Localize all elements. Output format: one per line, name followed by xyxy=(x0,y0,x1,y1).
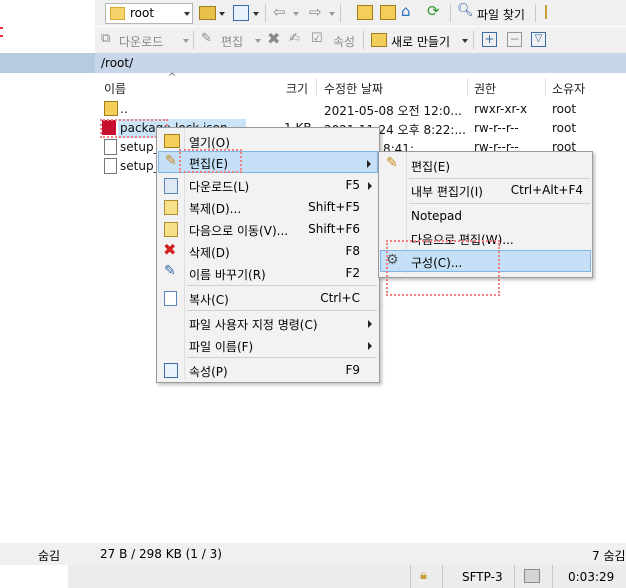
edit-icon: ✎ xyxy=(386,155,398,171)
tree-icon[interactable] xyxy=(545,5,559,19)
menu-item-duplicate[interactable]: 복제(D)... Shift+F5 xyxy=(158,196,378,218)
column-permissions[interactable]: 권한 xyxy=(474,80,496,97)
chevron-down-icon xyxy=(184,12,190,16)
lock-icon: 🔒︎ xyxy=(420,568,427,583)
open-icon xyxy=(164,134,180,148)
menu-item-rename[interactable]: ✎ 이름 바꾸기(R) F2 xyxy=(158,262,378,284)
rename-icon[interactable]: ✍ xyxy=(289,31,300,46)
submenu-arrow-icon xyxy=(368,320,372,328)
chevron-down-icon[interactable] xyxy=(183,39,189,43)
left-panel-pathbar xyxy=(0,53,95,73)
sort-asc-icon: ^ xyxy=(168,72,177,83)
root-folder-icon[interactable] xyxy=(380,5,396,20)
submenu-item-internal-editor[interactable]: 내부 편집기(I) Ctrl+Alt+F4 xyxy=(380,179,591,201)
location-combo[interactable]: root xyxy=(105,3,193,24)
parent-dir-icon xyxy=(104,101,118,116)
copy-icon[interactable]: ⧉ xyxy=(101,31,110,46)
search-icon[interactable]: 🔍︎ xyxy=(457,3,474,18)
decoration-mark xyxy=(0,35,3,37)
submenu-arrow-icon xyxy=(368,182,372,190)
menu-item-delete[interactable]: ✖ 삭제(D) F8 xyxy=(158,240,378,262)
column-modified[interactable]: 수정한 날짜 xyxy=(324,80,383,97)
rename-icon: ✎ xyxy=(164,263,176,279)
copy-icon xyxy=(164,291,177,306)
decoration-mark xyxy=(0,27,3,29)
menu-item-move[interactable]: 다음으로 이동(V)... Shift+F6 xyxy=(158,218,378,240)
chevron-down-icon[interactable] xyxy=(255,39,261,43)
highlight-box xyxy=(386,240,500,296)
filter-icon[interactable]: ▽ xyxy=(531,32,546,47)
download-icon xyxy=(164,178,178,194)
hidden-count-right: 7 숨김 xyxy=(592,549,626,563)
new-button[interactable]: 새로 만들기 xyxy=(391,33,450,50)
file-owner: root xyxy=(552,102,577,116)
refresh-icon[interactable]: ⟳ xyxy=(427,2,440,20)
path-bar: /root/ xyxy=(95,53,626,73)
selection-info: 27 B / 298 KB (1 / 3) xyxy=(100,547,222,561)
menu-item-properties[interactable]: 속성(P) F9 xyxy=(158,359,378,381)
file-permissions: rw-r--r-- xyxy=(474,121,519,135)
highlight-box xyxy=(179,149,242,173)
status-bar: 숨김 27 B / 298 KB (1 / 3) 7 숨김 xyxy=(0,543,626,565)
new-folder-icon[interactable] xyxy=(371,33,387,47)
menu-item-copy[interactable]: 복사(C) Ctrl+C xyxy=(158,287,378,309)
location-value: root xyxy=(130,6,155,20)
current-path: /root/ xyxy=(101,56,134,70)
home-icon[interactable]: ⌂ xyxy=(401,2,411,20)
file-name: setup_ xyxy=(120,140,160,154)
chevron-down-icon[interactable] xyxy=(219,12,225,16)
submenu-arrow-icon xyxy=(367,160,371,168)
connection-bar xyxy=(68,565,626,588)
edit-button[interactable]: 편집 xyxy=(221,33,243,50)
file-owner: root xyxy=(552,121,577,135)
download-button[interactable]: 다운로드 xyxy=(119,33,163,50)
minus-icon[interactable]: − xyxy=(507,32,522,47)
column-size[interactable]: 크기 xyxy=(286,80,308,97)
submenu-item-notepad[interactable]: Notepad xyxy=(380,205,591,227)
column-owner[interactable]: 소유자 xyxy=(552,80,585,97)
find-files-button[interactable]: 파일 찾기 xyxy=(477,6,525,23)
forward-arrow-icon[interactable]: ⇨ xyxy=(309,3,322,21)
chevron-down-icon[interactable] xyxy=(462,39,468,43)
submenu-arrow-icon xyxy=(368,342,372,350)
context-menu: 열기(O) ✎ 편집(E) 다운로드(L) F5 복제(D)... Shift+… xyxy=(156,127,380,383)
file-name: setup_ xyxy=(120,159,160,173)
file-icon xyxy=(104,158,117,174)
open-folder-icon[interactable] xyxy=(199,6,216,20)
table-row[interactable]: .. 2021-05-08 오전 12:0... rwxr-xr-x root xyxy=(100,100,626,119)
properties-icon xyxy=(164,363,178,378)
monitor-icon xyxy=(524,569,540,583)
toolbar-bottom: ⧉ 다운로드 ✎ 편집 ✖ ✍ ☑ 속성 새로 만들기 + − ▽ xyxy=(95,27,626,53)
move-icon xyxy=(164,222,178,237)
menu-item-custom-commands[interactable]: 파일 사용자 지정 명령(C) xyxy=(158,312,378,334)
properties-button[interactable]: 속성 xyxy=(333,33,355,50)
menu-item-file-names[interactable]: 파일 이름(F) xyxy=(158,334,378,356)
file-permissions: rwxr-xr-x xyxy=(474,102,528,116)
chevron-down-icon[interactable] xyxy=(253,12,259,16)
submenu-item-edit[interactable]: ✎ 편집(E) xyxy=(380,154,591,176)
chevron-down-icon[interactable] xyxy=(293,12,299,16)
properties-icon[interactable]: ☑ xyxy=(311,31,323,46)
delete-icon[interactable]: ✖ xyxy=(267,29,280,48)
file-name: .. xyxy=(120,102,128,116)
menu-item-download[interactable]: 다운로드(L) F5 xyxy=(158,174,378,196)
column-name[interactable]: 이름 xyxy=(104,80,126,97)
edit-icon: ✎ xyxy=(165,153,177,169)
file-icon xyxy=(104,139,117,155)
file-modified: 2021-05-08 오전 12:0... xyxy=(324,104,462,118)
folder-icon xyxy=(110,7,125,20)
protocol-label: SFTP-3 xyxy=(462,570,503,584)
delete-icon: ✖ xyxy=(163,240,177,259)
session-time: 0:03:29 xyxy=(568,570,615,584)
back-arrow-icon[interactable]: ⇦ xyxy=(273,3,286,21)
edit-icon[interactable]: ✎ xyxy=(201,31,212,46)
chevron-down-icon[interactable] xyxy=(329,12,335,16)
hidden-count-left: 숨김 xyxy=(38,549,61,563)
filter-icon[interactable] xyxy=(233,5,249,21)
plus-icon[interactable]: + xyxy=(482,32,497,47)
parent-folder-icon[interactable] xyxy=(357,5,373,20)
toolbar-top: root ⇦ ⇨ ⌂ ⟳ 🔍︎ 파일 찾기 xyxy=(95,0,626,26)
duplicate-icon xyxy=(164,200,178,215)
